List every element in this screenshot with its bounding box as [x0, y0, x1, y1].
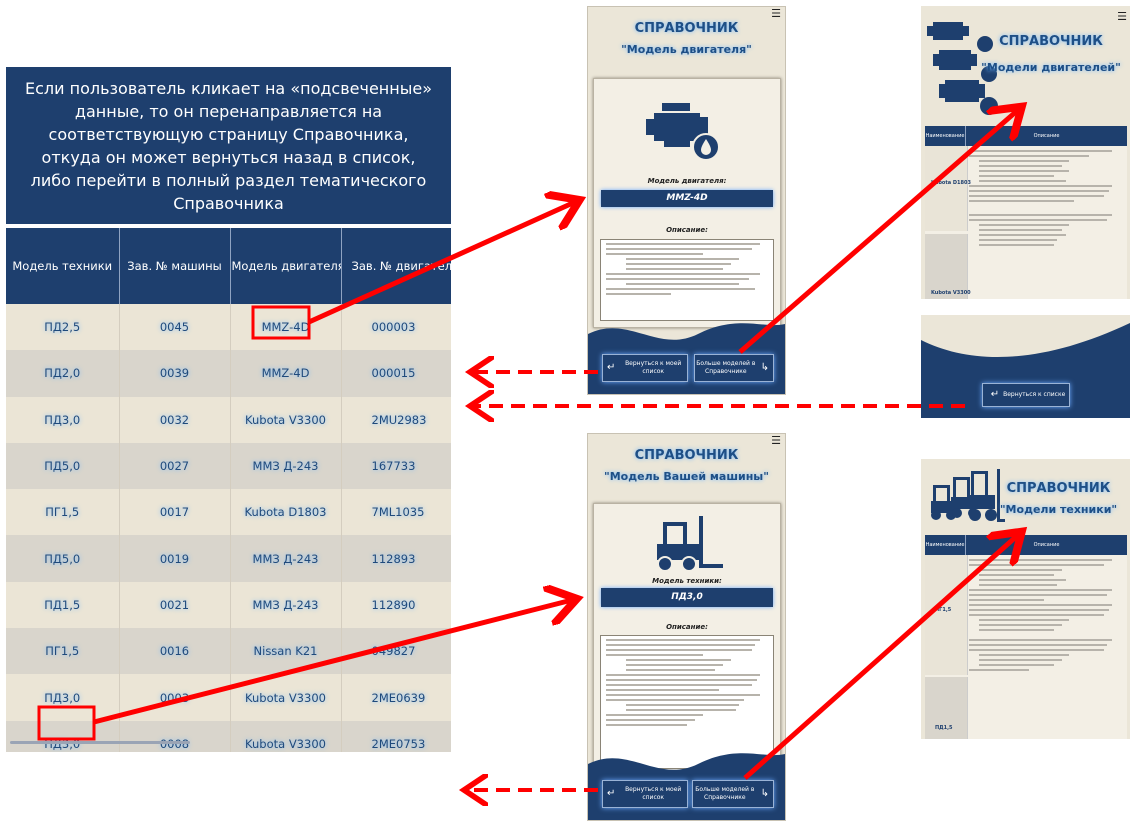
arrow-to-machine-page: [93, 600, 572, 725]
arrow-to-machines-dir: [743, 535, 1018, 780]
arrow-to-engines-dir: [738, 110, 1018, 354]
highlight-engine-cell: [251, 305, 311, 340]
highlight-model-cell: [37, 705, 96, 741]
annotation-overlay: [37, 0, 1135, 825]
arrow-to-engine-page: [307, 202, 575, 325]
